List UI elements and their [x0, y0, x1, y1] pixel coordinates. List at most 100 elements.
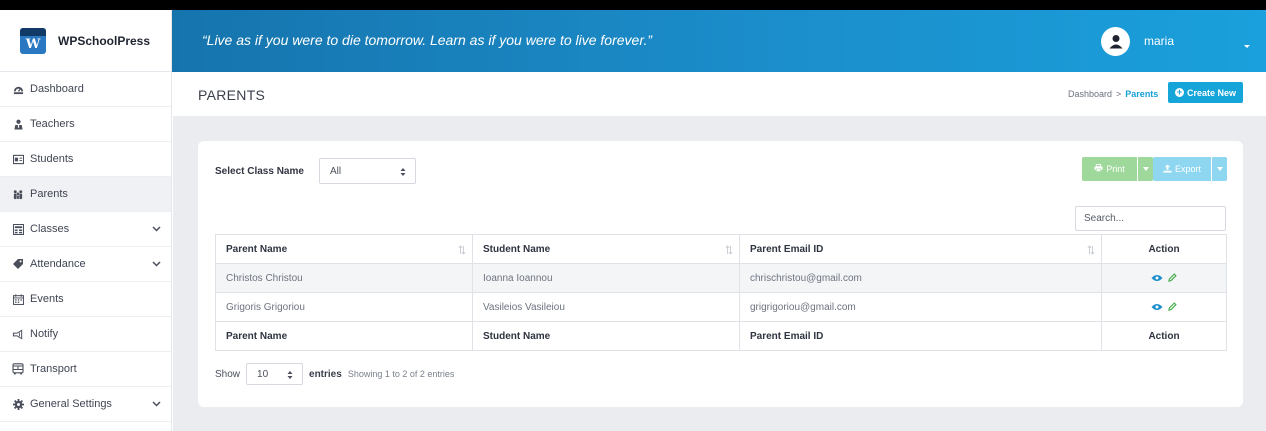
table-length-row: Show 10 entries Showing 1 to 2 of 2 entr… — [215, 363, 454, 385]
print-button[interactable]: Print — [1082, 157, 1137, 181]
sidebar-item-general-settings[interactable]: General Settings — [0, 387, 171, 422]
export-button[interactable]: Export — [1153, 157, 1211, 181]
top-band — [0, 0, 1266, 10]
create-new-button[interactable]: + Create New — [1168, 82, 1243, 103]
sidebar-item-label: Transport — [30, 363, 77, 375]
page-length-value: 10 — [257, 368, 269, 380]
page-length-select[interactable]: 10 — [246, 363, 304, 385]
edit-pencil-icon[interactable] — [1168, 302, 1177, 312]
sidebar-item-notify[interactable]: Notify — [0, 317, 171, 352]
sidebar-item-events[interactable]: Events — [0, 282, 171, 317]
breadcrumb-separator: > — [1116, 89, 1122, 99]
class-select[interactable]: All — [319, 158, 416, 184]
breadcrumb: Dashboard > Parents — [1068, 89, 1158, 99]
header-quote: “Live as if you were to die tomorrow. Le… — [202, 32, 653, 48]
table-row[interactable]: Christos Christou Ioanna Ioannou chrisch… — [215, 263, 1227, 293]
cell-parent-name: Christos Christou — [215, 263, 473, 293]
parents-table: Parent Name Student Name Parent Email ID… — [215, 234, 1227, 351]
chevron-down-icon[interactable] — [151, 399, 161, 409]
view-eye-icon[interactable] — [1151, 303, 1163, 311]
caret-down-icon — [1216, 167, 1223, 171]
gear-icon — [12, 398, 24, 410]
plus-circle-icon: + — [1174, 87, 1184, 97]
page-title-bar: PARENTS Dashboard > Parents + Create New — [173, 72, 1266, 116]
column-header-action: Action — [1101, 234, 1227, 264]
sidebar-item-label: Events — [30, 293, 64, 305]
calendar-icon — [12, 293, 24, 305]
sidebar-item-label: Classes — [30, 223, 70, 235]
chevron-down-icon[interactable] — [151, 224, 161, 234]
sidebar-item-classes[interactable]: Classes — [0, 212, 171, 247]
cell-student-name: Ioanna Ioannou — [472, 263, 740, 293]
column-header-parent-name[interactable]: Parent Name — [215, 234, 473, 264]
print-button-group: Print — [1082, 157, 1153, 181]
user-name[interactable]: maria — [1144, 34, 1174, 48]
breadcrumb-home[interactable]: Dashboard — [1068, 89, 1112, 99]
export-button-group: Export — [1153, 157, 1227, 181]
cell-student-name: Vasileios Vasileiou — [472, 292, 740, 322]
sidebar-item-label: General Settings — [30, 398, 112, 410]
table-row[interactable]: Grigoris Grigoriou Vasileios Vasileiou g… — [215, 292, 1227, 322]
sidebar-item-parents[interactable]: Parents — [0, 177, 171, 212]
export-label: Export — [1174, 164, 1201, 174]
footer-header-parent-email: Parent Email ID — [739, 321, 1102, 351]
sidebar-item-label: Students — [30, 153, 74, 165]
app-window: W WPSchoolPress Dashboard Teachers Stude… — [0, 0, 1266, 431]
parents-card: Select Class Name All Print Export Searc… — [198, 141, 1243, 407]
cell-parent-email: chrischristou@gmail.com — [739, 263, 1102, 293]
column-header-student-name[interactable]: Student Name — [472, 234, 740, 264]
print-label: Print — [1106, 164, 1125, 174]
print-dropdown-toggle[interactable] — [1137, 157, 1153, 181]
search-input[interactable]: Search... — [1075, 206, 1226, 231]
brand[interactable]: W WPSchoolPress — [0, 10, 171, 72]
chevron-down-icon[interactable] — [151, 259, 161, 269]
top-header: “Live as if you were to die tomorrow. Le… — [172, 10, 1266, 72]
teacher-icon — [12, 118, 24, 130]
sidebar: W WPSchoolPress Dashboard Teachers Stude… — [0, 10, 172, 431]
table-footer-row: Parent Name Student Name Parent Email ID… — [215, 321, 1227, 351]
caret-down-icon[interactable] — [1243, 37, 1251, 48]
sort-icon — [458, 245, 466, 255]
sidebar-item-label: Attendance — [30, 258, 86, 270]
attendance-icon — [12, 258, 24, 270]
sidebar-item-label: Teachers — [30, 118, 75, 130]
column-header-parent-email[interactable]: Parent Email ID — [739, 234, 1102, 264]
sidebar-item-transport[interactable]: Transport — [0, 352, 171, 387]
footer-header-action: Action — [1101, 321, 1227, 351]
brand-logo-icon: W — [20, 27, 46, 54]
notify-icon — [12, 328, 24, 340]
sidebar-item-teachers[interactable]: Teachers — [0, 107, 171, 142]
dashboard-icon — [12, 83, 24, 95]
table-header-row: Parent Name Student Name Parent Email ID… — [215, 234, 1227, 264]
classes-icon — [12, 223, 24, 235]
page-title: PARENTS — [198, 87, 266, 103]
brand-name: WPSchoolPress — [58, 33, 151, 48]
export-dropdown-toggle[interactable] — [1211, 157, 1227, 181]
sort-icon — [1087, 245, 1095, 255]
sidebar-item-label: Parents — [30, 188, 68, 200]
students-icon — [12, 153, 24, 165]
select-arrows-icon — [400, 168, 406, 176]
view-eye-icon[interactable] — [1151, 274, 1163, 282]
class-select-value: All — [330, 165, 342, 177]
upload-icon — [1163, 163, 1172, 175]
bus-icon — [12, 363, 24, 375]
table-info: Showing 1 to 2 of 2 entries — [347, 369, 455, 379]
sidebar-item-attendance[interactable]: Attendance — [0, 247, 171, 282]
sidebar-item-students[interactable]: Students — [0, 142, 171, 177]
class-filter-label: Select Class Name — [215, 166, 304, 177]
cell-parent-email: grigrigoriou@gmail.com — [739, 292, 1102, 322]
create-new-label: Create New — [1186, 87, 1237, 98]
entries-label: entries — [309, 368, 342, 380]
select-arrows-icon — [287, 371, 293, 379]
caret-down-icon — [1142, 167, 1149, 171]
sidebar-item-label: Notify — [30, 328, 59, 340]
user-avatar-icon[interactable] — [1101, 27, 1130, 56]
main-content: PARENTS Dashboard > Parents + Create New S… — [173, 72, 1266, 431]
sidebar-item-dashboard[interactable]: Dashboard — [0, 72, 171, 107]
edit-pencil-icon[interactable] — [1168, 273, 1177, 283]
sidebar-item-label: Dashboard — [30, 83, 84, 95]
breadcrumb-current: Parents — [1125, 89, 1159, 99]
sort-icon — [725, 245, 733, 255]
show-label: Show — [215, 368, 241, 380]
